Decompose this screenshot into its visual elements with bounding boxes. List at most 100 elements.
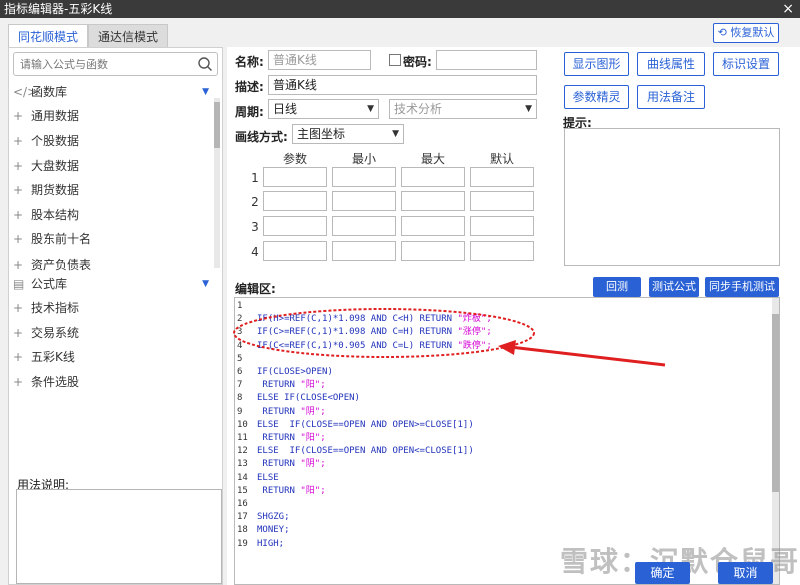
code-line[interactable]: 8 ELSE IF(CLOSE<OPEN): [235, 392, 360, 405]
code-line[interactable]: 10 ELSE IF(CLOSE==OPEN AND OPEN>=CLOSE[1]…: [235, 419, 474, 432]
name-field[interactable]: 普通K线: [268, 50, 371, 70]
code-line[interactable]: 15 RETURN "阳";: [235, 485, 326, 498]
curve-properties-button[interactable]: 曲线属性: [637, 52, 705, 76]
scrollbar-thumb[interactable]: [214, 102, 220, 148]
param-1-name[interactable]: [263, 167, 327, 187]
tree-market-data[interactable]: + 大盘数据: [13, 155, 213, 177]
description-field[interactable]: 普通K线: [268, 75, 537, 95]
param-3-default[interactable]: [470, 216, 534, 236]
restore-default-label: 恢复默认: [730, 26, 775, 39]
password-checkbox[interactable]: [389, 54, 401, 66]
code-text: HIGH;: [257, 538, 285, 549]
mark-settings-button[interactable]: 标识设置: [713, 52, 779, 76]
param-4-max[interactable]: [401, 241, 465, 261]
tree-top10-holders[interactable]: + 股东前十名: [13, 228, 213, 250]
tree-stock-screening[interactable]: + 条件选股: [13, 371, 213, 393]
param-row-number: 1: [251, 171, 259, 185]
tree-formula-library[interactable]: ▤ 公式库 ▼: [13, 273, 213, 295]
category-select[interactable]: 技术分析 ▼: [389, 99, 537, 119]
tree-general-data[interactable]: + 通用数据: [13, 105, 213, 127]
param-header-min: 最小: [351, 152, 376, 166]
usage-notes-button[interactable]: 用法备注: [637, 85, 705, 109]
tree-tech-indicators[interactable]: + 技术指标: [13, 297, 213, 319]
code-line[interactable]: 5: [235, 353, 257, 366]
param-3-min[interactable]: [332, 216, 396, 236]
line-number: 1: [237, 301, 243, 311]
param-2-name[interactable]: [263, 191, 327, 211]
tree-label: 交易系统: [31, 326, 80, 340]
tree-label: 股本结构: [31, 208, 80, 222]
window-title: 指标编辑器-五彩K线: [4, 2, 113, 16]
code-line[interactable]: 13 RETURN "阴";: [235, 458, 326, 471]
scrollbar-thumb[interactable]: [772, 314, 779, 492]
code-line[interactable]: 6 IF(CLOSE>OPEN): [235, 366, 333, 379]
chevron-down-icon[interactable]: ▼: [202, 81, 209, 103]
line-number: 8: [237, 393, 243, 404]
code-string: "阳";: [300, 380, 326, 391]
plus-icon: +: [13, 326, 24, 340]
code-string: "阳";: [300, 485, 326, 496]
code-line[interactable]: 19 HIGH;: [235, 538, 284, 551]
function-library-scrollbar[interactable]: [214, 98, 220, 268]
draw-mode-select[interactable]: 主图坐标 ▼: [292, 124, 404, 144]
ok-button[interactable]: 确定: [635, 562, 690, 584]
document-icon: ▤: [13, 277, 25, 291]
cancel-button[interactable]: 取消: [718, 562, 773, 584]
code-line[interactable]: 11 RETURN "阳";: [235, 432, 326, 445]
tree-share-structure[interactable]: + 股本结构: [13, 204, 213, 226]
tree-stock-data[interactable]: + 个股数据: [13, 130, 213, 152]
tree-futures-data[interactable]: + 期货数据: [13, 179, 213, 201]
param-2-default[interactable]: [470, 191, 534, 211]
chevron-down-icon[interactable]: ▼: [202, 273, 209, 295]
tree-colored-kline[interactable]: + 五彩K线: [13, 346, 213, 368]
param-wizard-button[interactable]: 参数精灵: [564, 85, 629, 109]
param-1-default[interactable]: [470, 167, 534, 187]
code-line[interactable]: 16: [235, 498, 257, 511]
param-3-name[interactable]: [263, 216, 327, 236]
plus-icon: +: [13, 183, 24, 197]
restore-default-button[interactable]: ⟲ 恢复默认: [713, 23, 779, 43]
show-figure-button[interactable]: 显示图形: [564, 52, 629, 76]
code-line[interactable]: 18 MONEY;: [235, 524, 290, 537]
line-number: 10: [237, 419, 248, 430]
undo-icon: ⟲: [717, 26, 727, 39]
code-string: "涨停";: [457, 327, 492, 338]
sync-mobile-test-button[interactable]: 同步手机测试: [705, 277, 779, 297]
param-2-min[interactable]: [332, 191, 396, 211]
param-1-min[interactable]: [332, 167, 396, 187]
tab-ths-mode[interactable]: 同花顺模式: [8, 24, 88, 48]
param-1-max[interactable]: [401, 167, 465, 187]
tab-tdx-mode[interactable]: 通达信模式: [88, 24, 168, 48]
code-line[interactable]: 4 IF(C<=REF(C,1)*0.905 AND C=L) RETURN "跌…: [235, 340, 492, 353]
code-line[interactable]: 17 SHGZG;: [235, 511, 290, 524]
param-4-name[interactable]: [263, 241, 327, 261]
code-line[interactable]: 1: [235, 300, 257, 313]
search-input[interactable]: [20, 54, 190, 74]
tree-trading-system[interactable]: + 交易系统: [13, 322, 213, 344]
password-field[interactable]: [436, 50, 537, 70]
plus-icon: +: [13, 159, 24, 173]
code-line[interactable]: 2 IF(H>=REF(C,1)*1.098 AND C<H) RETURN "炸…: [235, 313, 492, 326]
tree-function-library[interactable]: </>函数库 ▼: [13, 81, 213, 103]
line-number: 6: [237, 367, 243, 377]
search-icon[interactable]: [197, 56, 213, 72]
param-3-max[interactable]: [401, 216, 465, 236]
code-line[interactable]: 7 RETURN "阳";: [235, 379, 326, 392]
plus-icon: +: [13, 375, 24, 389]
code-text: RETURN: [257, 433, 301, 443]
code-line[interactable]: 12 ELSE IF(CLOSE==OPEN AND OPEN<=CLOSE[1]…: [235, 445, 474, 458]
test-formula-button[interactable]: 测试公式: [649, 277, 699, 297]
password-label: 密码:: [403, 55, 432, 69]
param-4-min[interactable]: [332, 241, 396, 261]
param-2-max[interactable]: [401, 191, 465, 211]
close-icon[interactable]: ×: [782, 0, 794, 18]
code-line[interactable]: 9 RETURN "阴";: [235, 406, 326, 419]
param-4-default[interactable]: [470, 241, 534, 261]
code-line[interactable]: 14 ELSE: [235, 472, 279, 485]
backtest-button[interactable]: 回测: [593, 277, 641, 297]
code-string: "阳";: [300, 433, 326, 443]
right-panel: 名称: 普通K线 密码: 描述: 普通K线 周期: 日线 ▼ 技术分析 ▼ 画线…: [227, 47, 800, 585]
code-icon: </>: [13, 85, 38, 99]
period-select[interactable]: 日线 ▼: [268, 99, 379, 119]
code-line[interactable]: 3 IF(C>=REF(C,1)*1.098 AND C=H) RETURN "涨…: [235, 326, 492, 339]
